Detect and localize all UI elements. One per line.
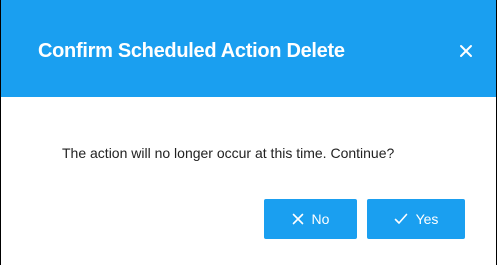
dialog-message: The action will no longer occur at this … — [62, 145, 395, 161]
yes-button[interactable]: Yes — [367, 199, 465, 239]
close-button[interactable] — [459, 44, 473, 58]
no-button[interactable]: No — [264, 199, 357, 239]
check-icon — [394, 213, 408, 225]
yes-button-label: Yes — [415, 211, 439, 227]
dialog-title: Confirm Scheduled Action Delete — [38, 40, 345, 62]
x-icon — [292, 213, 304, 225]
no-button-label: No — [311, 211, 330, 227]
close-icon — [460, 45, 472, 57]
confirm-dialog: Confirm Scheduled Action Delete The acti… — [0, 0, 497, 265]
dialog-header: Confirm Scheduled Action Delete — [1, 0, 496, 97]
